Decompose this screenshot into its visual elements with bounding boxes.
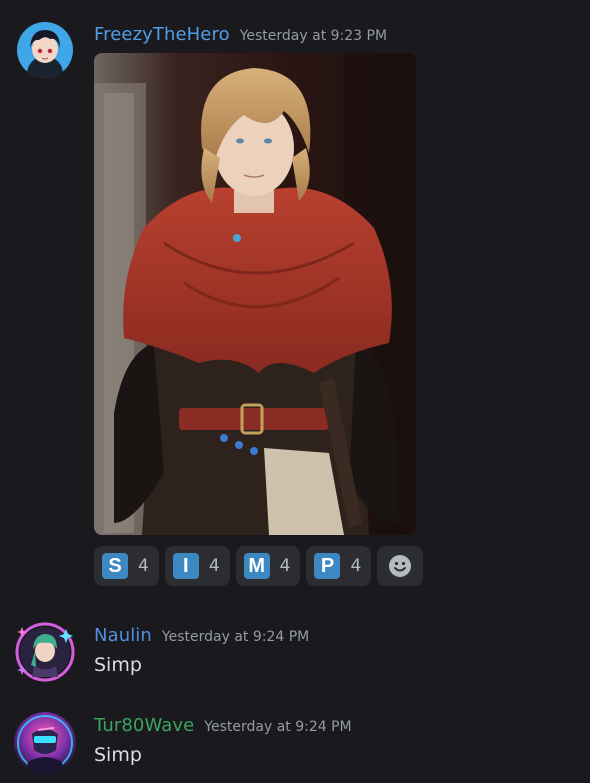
reaction-i[interactable]: I 4: [164, 546, 230, 586]
username[interactable]: Tur80Wave: [94, 715, 194, 736]
timestamp[interactable]: Yesterday at 9:24 PM: [204, 719, 351, 735]
chat-log: FreezyTheHero Yesterday at 9:23 PM S 4 I…: [0, 0, 590, 783]
message-header: Tur80Wave Yesterday at 9:24 PM: [94, 715, 352, 736]
letter-p-emoji-icon: P: [314, 553, 341, 579]
message-freezythehero: FreezyTheHero Yesterday at 9:23 PM S 4 I…: [0, 0, 590, 600]
message-tur80wave: Tur80Wave Yesterday at 9:24 PM Simp: [0, 690, 590, 783]
reactions-bar: S 4 I 4 M 4 P 4: [94, 546, 424, 586]
username[interactable]: FreezyTheHero: [94, 24, 230, 45]
avatar-naulin[interactable]: [15, 622, 75, 682]
message-naulin: Naulin Yesterday at 9:24 PM Simp: [0, 600, 590, 690]
smiley-face-icon: [389, 555, 412, 577]
character-portrait: [94, 53, 416, 535]
username[interactable]: Naulin: [94, 625, 152, 646]
message-content: Simp: [94, 654, 142, 676]
avatar-freezythehero[interactable]: [17, 22, 73, 78]
image-attachment[interactable]: [94, 53, 416, 535]
reaction-p[interactable]: P 4: [306, 546, 372, 586]
letter-i-emoji-icon: I: [172, 553, 199, 579]
avatar-tur80wave[interactable]: [14, 712, 76, 774]
timestamp[interactable]: Yesterday at 9:23 PM: [240, 28, 387, 44]
reaction-count: 4: [350, 556, 362, 576]
message-header: Naulin Yesterday at 9:24 PM: [94, 625, 309, 646]
reaction-count: 4: [208, 556, 220, 576]
letter-s-emoji-icon: S: [102, 553, 128, 579]
message-content: Simp: [94, 744, 142, 766]
add-reaction-button[interactable]: [377, 546, 424, 586]
letter-m-emoji-icon: M: [243, 553, 270, 579]
timestamp[interactable]: Yesterday at 9:24 PM: [162, 629, 309, 645]
reaction-s[interactable]: S 4: [94, 546, 159, 586]
message-header: FreezyTheHero Yesterday at 9:23 PM: [94, 24, 387, 45]
reaction-count: 4: [138, 556, 149, 576]
reaction-count: 4: [279, 556, 291, 576]
reaction-m[interactable]: M 4: [235, 546, 301, 586]
